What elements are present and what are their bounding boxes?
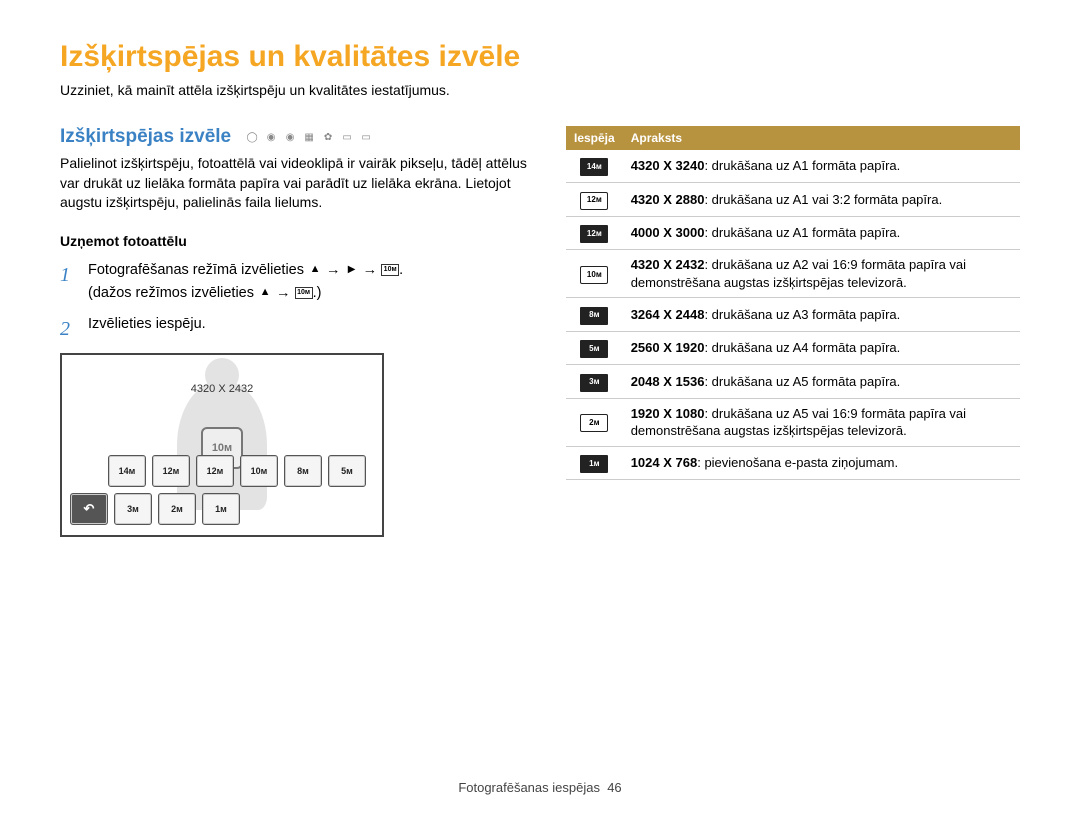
- resolution-badge-cell: 10м: [566, 250, 623, 298]
- table-header-option: Iespēja: [566, 126, 623, 150]
- resolution-badge-icon: 5м: [580, 340, 608, 358]
- step-number: 1: [60, 259, 78, 305]
- mode-icon: ▭: [340, 130, 354, 144]
- lcd-option[interactable]: 2м: [158, 493, 196, 525]
- page-subtitle: Uzziniet, kā mainīt attēla izšķirtspēju …: [60, 82, 1020, 98]
- resolution-description: 2048 X 1536: drukāšana uz A5 formāta pap…: [623, 365, 1020, 398]
- lcd-option[interactable]: 5м: [328, 455, 366, 487]
- resolution-description: 3264 X 2448: drukāšana uz A3 formāta pap…: [623, 298, 1020, 331]
- lcd-option[interactable]: 8м: [284, 455, 322, 487]
- resolution-box-icon: 10м: [295, 287, 313, 299]
- page-footer: Fotografēšanas iespējas 46: [0, 780, 1080, 795]
- step-text-alt: (dažos režīmos izvēlieties: [88, 285, 254, 301]
- lcd-option[interactable]: 3м: [114, 493, 152, 525]
- section-heading: Izšķirtspējas izvēle: [60, 126, 231, 148]
- mode-icon: ✿: [321, 130, 335, 144]
- lcd-option[interactable]: 12м: [196, 455, 234, 487]
- footer-text: Fotografēšanas iespējas: [458, 780, 600, 795]
- mode-icon: ◉: [264, 130, 278, 144]
- step-text: Fotografēšanas režīmā izvēlieties: [88, 262, 304, 278]
- mode-icon: ◉: [283, 130, 297, 144]
- resolution-badge-cell: 2м: [566, 398, 623, 446]
- step-text: Izvēlieties iespēju.: [88, 313, 530, 345]
- section-subheading: Uzņemot fotoattēlu: [60, 233, 530, 249]
- mode-icons-row: ◯ ◉ ◉ ▦ ✿ ▭ ▭: [245, 130, 373, 144]
- mode-icon: ◯: [245, 130, 259, 144]
- resolution-description: 1920 X 1080: drukāšana uz A5 vai 16:9 fo…: [623, 398, 1020, 446]
- resolution-box-icon: 10м: [381, 264, 399, 276]
- step-2: 2 Izvēlieties iespēju.: [60, 313, 530, 345]
- lcd-option[interactable]: 10м: [240, 455, 278, 487]
- resolution-description: 4320 X 2880: drukāšana uz A1 vai 3:2 for…: [623, 183, 1020, 216]
- section-paragraph: Palielinot izšķirtspēju, fotoattēlā vai …: [60, 154, 530, 213]
- lcd-option[interactable]: 12м: [152, 455, 190, 487]
- table-row: 3м 2048 X 1536: drukāšana uz A5 formāta p…: [566, 365, 1020, 398]
- table-row: 10м 4320 X 2432: drukāšana uz A2 vai 16:9…: [566, 250, 1020, 298]
- lcd-back-button[interactable]: ↶: [70, 493, 108, 525]
- table-row: 1м 1024 X 768: pievienošana e-pasta ziņoj…: [566, 446, 1020, 479]
- lcd-resolution-label: 4320 X 2432: [191, 383, 253, 395]
- resolution-badge-cell: 1м: [566, 446, 623, 479]
- page-title: Izšķirtspējas un kvalitātes izvēle: [60, 40, 1020, 74]
- lcd-option[interactable]: 1м: [202, 493, 240, 525]
- resolution-badge-icon: 12м: [580, 192, 608, 210]
- table-header-description: Apraksts: [623, 126, 1020, 150]
- resolution-description: 1024 X 768: pievienošana e-pasta ziņojum…: [623, 446, 1020, 479]
- resolution-badge-icon: 3м: [580, 374, 608, 392]
- resolution-description: 4320 X 2432: drukāšana uz A2 vai 16:9 fo…: [623, 250, 1020, 298]
- resolution-badge-cell: 5м: [566, 331, 623, 364]
- right-icon: [345, 263, 359, 277]
- resolution-badge-cell: 3м: [566, 365, 623, 398]
- resolution-badge-icon: 2м: [580, 414, 608, 432]
- lcd-option-row-1: 14м 12м 12м 10м 8м 5м: [70, 455, 374, 487]
- table-row: 8м 3264 X 2448: drukāšana uz A3 formāta p…: [566, 298, 1020, 331]
- table-row: 12м 4320 X 2880: drukāšana uz A1 vai 3:2 …: [566, 183, 1020, 216]
- mode-icon: ▭: [359, 130, 373, 144]
- table-row: 12м 4000 X 3000: drukāšana uz A1 formāta …: [566, 216, 1020, 249]
- resolution-badge-icon: 10м: [580, 266, 608, 284]
- table-row: 14м 4320 X 3240: drukāšana uz A1 formāta …: [566, 150, 1020, 183]
- up-icon: [258, 286, 272, 300]
- resolution-table: Iespēja Apraksts 14м 4320 X 3240: drukāša…: [566, 126, 1020, 480]
- step-number: 2: [60, 313, 78, 345]
- resolution-badge-icon: 12м: [580, 225, 608, 243]
- mode-icon: ▦: [302, 130, 316, 144]
- resolution-badge-icon: 14м: [580, 158, 608, 176]
- resolution-badge-cell: 12м: [566, 216, 623, 249]
- table-row: 2м 1920 X 1080: drukāšana uz A5 vai 16:9 …: [566, 398, 1020, 446]
- lcd-option[interactable]: 14м: [108, 455, 146, 487]
- resolution-badge-cell: 8м: [566, 298, 623, 331]
- up-icon: [308, 263, 322, 277]
- lcd-option-row-2: ↶ 3м 2м 1м: [70, 493, 374, 525]
- resolution-badge-icon: 8м: [580, 307, 608, 325]
- table-row: 5м 2560 X 1920: drukāšana uz A4 formāta p…: [566, 331, 1020, 364]
- resolution-badge-cell: 12м: [566, 183, 623, 216]
- footer-page-number: 46: [607, 780, 621, 795]
- step-1: 1 Fotografēšanas režīmā izvēlieties → → …: [60, 259, 530, 305]
- resolution-description: 4320 X 3240: drukāšana uz A1 formāta pap…: [623, 150, 1020, 183]
- resolution-description: 2560 X 1920: drukāšana uz A4 formāta pap…: [623, 331, 1020, 364]
- resolution-badge-cell: 14м: [566, 150, 623, 183]
- camera-screenshot: 4320 X 2432 10м 14м 12м 12м 10м 8м 5м ↶ …: [60, 353, 384, 537]
- resolution-badge-icon: 1м: [580, 455, 608, 473]
- resolution-description: 4000 X 3000: drukāšana uz A1 formāta pap…: [623, 216, 1020, 249]
